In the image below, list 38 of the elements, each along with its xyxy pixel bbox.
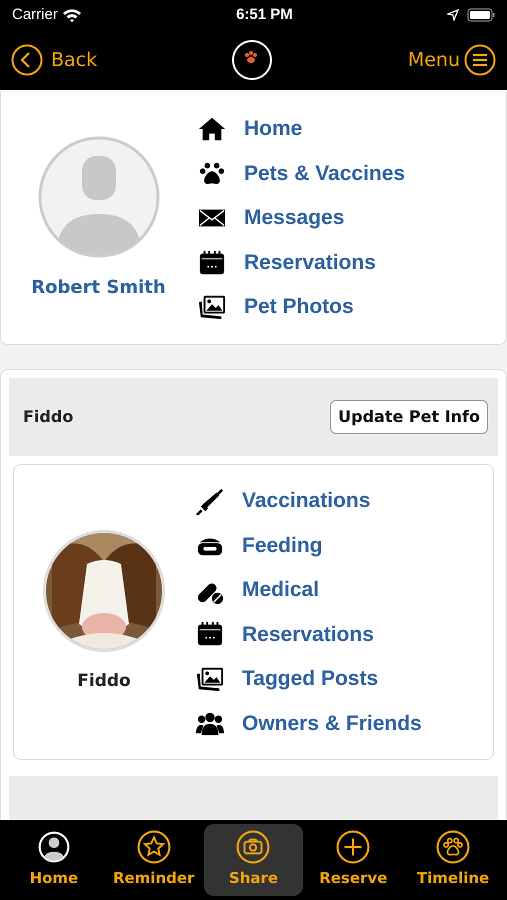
clock-time: 6:51 PM — [236, 4, 293, 25]
menu-link[interactable]: Pet Photos — [244, 291, 354, 323]
house-icon — [196, 115, 228, 143]
menu-link[interactable]: Tagged Posts — [242, 663, 378, 694]
tab-button[interactable]: Home — [4, 824, 104, 896]
carrier-label: Carrier — [12, 4, 58, 25]
tab-button[interactable]: Reminder — [104, 824, 204, 896]
wifi-icon — [62, 8, 82, 22]
battery-icon — [466, 8, 495, 22]
avatar-icon — [38, 136, 160, 258]
pet-name-heading: Fiddo — [23, 406, 74, 428]
menu-link[interactable]: Vaccinations — [242, 485, 370, 516]
tab-button[interactable]: Share — [204, 824, 304, 896]
menu-link[interactable]: Messages — [244, 202, 344, 234]
update-pet-info-button[interactable]: Update Pet Info — [330, 400, 488, 434]
back-button[interactable]: Back — [10, 43, 98, 77]
menu-link[interactable]: Home — [244, 113, 302, 145]
menu-link[interactable]: Owners & Friends — [242, 708, 422, 739]
menu-link[interactable]: Reservations — [244, 246, 376, 278]
menu-link[interactable]: Pets & Vaccines — [244, 158, 406, 190]
menu-link[interactable]: Reservations — [242, 618, 374, 650]
user-name: Robert Smith — [31, 276, 166, 300]
menu-link[interactable]: Feeding — [242, 530, 323, 561]
syringe-icon — [194, 486, 226, 515]
photos-icon — [196, 293, 228, 321]
menu-link[interactable]: Medical — [242, 574, 320, 606]
tab-button[interactable]: Timeline — [403, 824, 503, 896]
tab-button[interactable]: Reserve — [303, 824, 404, 896]
person-icon — [36, 830, 71, 864]
camera-icon — [236, 830, 270, 864]
logo-icon — [231, 39, 274, 81]
plus-icon — [336, 830, 370, 864]
menu-icon — [464, 44, 496, 76]
paw-icon — [436, 830, 470, 864]
back-icon — [11, 44, 43, 76]
location-icon — [446, 9, 459, 21]
menu-button[interactable]: Menu — [406, 43, 497, 77]
pet-name: Fiddo — [77, 670, 131, 694]
